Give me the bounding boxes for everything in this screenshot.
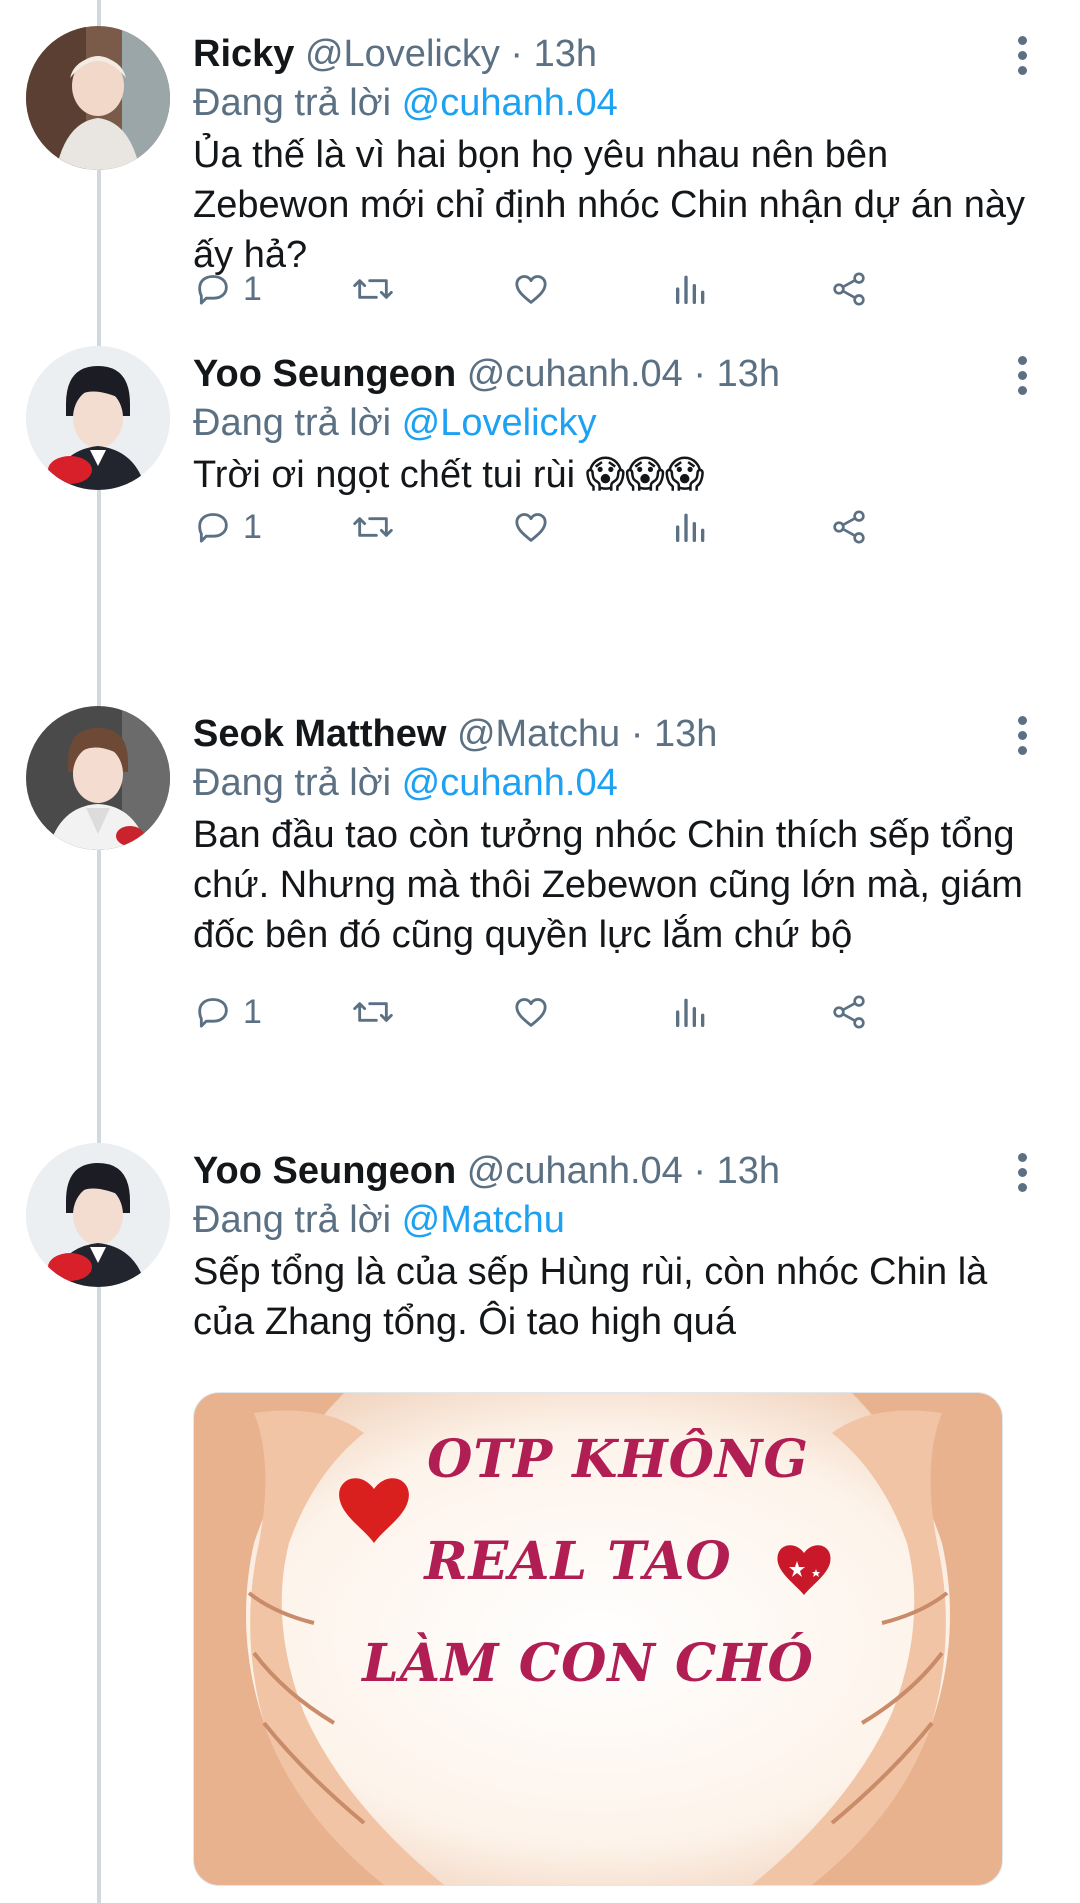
tweet-media-image[interactable]: OTP KHÔNG REAL TAO LÀM CON CHÓ bbox=[193, 1392, 1003, 1886]
separator-dot: · bbox=[693, 353, 707, 395]
more-options-button[interactable] bbox=[1004, 36, 1040, 80]
analytics-button[interactable] bbox=[671, 987, 711, 1037]
analytics-icon bbox=[676, 513, 705, 542]
replying-to-mention[interactable]: @cuhanh.04 bbox=[402, 82, 618, 124]
avatar[interactable] bbox=[26, 346, 170, 490]
share-icon bbox=[833, 272, 865, 306]
more-icon bbox=[1004, 36, 1040, 75]
retweet-icon bbox=[353, 517, 393, 537]
like-icon bbox=[515, 275, 547, 304]
timestamp[interactable]: 13h bbox=[534, 33, 597, 75]
avatar-image bbox=[26, 346, 170, 490]
reply-count: 1 bbox=[243, 992, 262, 1031]
more-options-button[interactable] bbox=[1004, 356, 1040, 400]
tweet-text: Trời ơi ngọt chết tui rùi 😱😱😱 bbox=[193, 454, 705, 496]
replying-to: Đang trả lời @cuhanh.04 bbox=[193, 76, 618, 130]
share-icon bbox=[833, 510, 865, 544]
replying-to-mention[interactable]: @Lovelicky bbox=[402, 402, 597, 444]
avatar[interactable] bbox=[26, 1143, 170, 1287]
display-name[interactable]: Yoo Seungeon bbox=[193, 353, 456, 395]
analytics-icon bbox=[676, 998, 705, 1027]
replying-to: Đang trả lời @Lovelicky bbox=[193, 396, 597, 450]
more-options-button[interactable] bbox=[1004, 716, 1040, 760]
more-icon bbox=[1004, 356, 1040, 395]
like-button[interactable] bbox=[511, 502, 551, 552]
reply-button[interactable]: 1 bbox=[193, 264, 262, 314]
avatar[interactable] bbox=[26, 706, 170, 850]
avatar-image bbox=[26, 1143, 170, 1287]
separator-dot: · bbox=[630, 713, 644, 755]
more-icon bbox=[1004, 1153, 1040, 1192]
meme-text-line-2: REAL TAO bbox=[424, 1531, 732, 1592]
retweet-button[interactable] bbox=[351, 264, 395, 314]
replying-to: Đang trả lời @cuhanh.04 bbox=[193, 756, 618, 810]
reply-button[interactable]: 1 bbox=[193, 502, 262, 552]
reply-icon bbox=[198, 513, 228, 543]
action-bar: 1 bbox=[193, 502, 1023, 552]
more-options-button[interactable] bbox=[1004, 1153, 1040, 1197]
share-button[interactable] bbox=[829, 987, 869, 1037]
meme-text-line-1: OTP KHÔNG bbox=[427, 1429, 809, 1490]
user-handle[interactable]: @cuhanh.04 bbox=[467, 353, 683, 395]
display-name[interactable]: Ricky bbox=[193, 33, 294, 75]
meme-text-line-3: LÀM CON CHÓ bbox=[362, 1633, 814, 1694]
replying-to-label: Đang trả lời bbox=[193, 82, 392, 124]
like-button[interactable] bbox=[511, 987, 551, 1037]
display-name[interactable]: Seok Matthew bbox=[193, 713, 446, 755]
share-button[interactable] bbox=[829, 502, 869, 552]
replying-to-mention[interactable]: @cuhanh.04 bbox=[402, 762, 618, 804]
avatar-image bbox=[26, 26, 170, 170]
timestamp[interactable]: 13h bbox=[717, 353, 780, 395]
display-name[interactable]: Yoo Seungeon bbox=[193, 1150, 456, 1192]
retweet-icon bbox=[353, 279, 393, 299]
avatar-image bbox=[26, 706, 170, 850]
tweet-header: Yoo Seungeon @cuhanh.04 · 13h bbox=[193, 346, 780, 402]
analytics-button[interactable] bbox=[671, 502, 711, 552]
user-handle[interactable]: @cuhanh.04 bbox=[467, 1150, 683, 1192]
like-icon bbox=[515, 513, 547, 542]
tweet-text: Ban đầu tao còn tưởng nhóc Chin thích sế… bbox=[193, 814, 1023, 956]
tweet-header: Seok Matthew @Matchu · 13h bbox=[193, 706, 717, 762]
retweet-button[interactable] bbox=[351, 987, 395, 1037]
like-button[interactable] bbox=[511, 264, 551, 314]
share-button[interactable] bbox=[829, 264, 869, 314]
retweet-icon bbox=[353, 1002, 393, 1022]
action-bar: 1 bbox=[193, 987, 1023, 1037]
timestamp[interactable]: 13h bbox=[717, 1150, 780, 1192]
user-handle[interactable]: @Lovelicky bbox=[305, 33, 500, 75]
tweet-header: Yoo Seungeon @cuhanh.04 · 13h bbox=[193, 1143, 780, 1199]
replying-to-label: Đang trả lời bbox=[193, 402, 392, 444]
action-bar: 1 bbox=[193, 264, 1023, 314]
share-icon bbox=[833, 995, 865, 1029]
timestamp[interactable]: 13h bbox=[654, 713, 717, 755]
replying-to-label: Đang trả lời bbox=[193, 1199, 392, 1241]
thread-line bbox=[97, 0, 101, 1903]
replying-to: Đang trả lời @Matchu bbox=[193, 1193, 565, 1247]
reply-button[interactable]: 1 bbox=[193, 987, 262, 1037]
separator-dot: · bbox=[510, 33, 524, 75]
reply-count: 1 bbox=[243, 507, 262, 546]
replying-to-mention[interactable]: @Matchu bbox=[402, 1199, 565, 1241]
user-handle[interactable]: @Matchu bbox=[457, 713, 620, 755]
tweet-text: Sếp tổng là của sếp Hùng rùi, còn nhóc C… bbox=[193, 1251, 988, 1343]
avatar[interactable] bbox=[26, 26, 170, 170]
analytics-icon bbox=[676, 275, 705, 304]
reply-icon bbox=[198, 275, 228, 305]
reply-count: 1 bbox=[243, 269, 262, 308]
replying-to-label: Đang trả lời bbox=[193, 762, 392, 804]
more-icon bbox=[1004, 716, 1040, 755]
like-icon bbox=[515, 998, 547, 1027]
tweet-header: Ricky @Lovelicky · 13h bbox=[193, 26, 597, 82]
reply-icon bbox=[198, 998, 228, 1028]
retweet-button[interactable] bbox=[351, 502, 395, 552]
separator-dot: · bbox=[693, 1150, 707, 1192]
tweet-text: Ủa thế là vì hai bọn họ yêu nhau nên bên… bbox=[193, 134, 1025, 276]
analytics-button[interactable] bbox=[671, 264, 711, 314]
